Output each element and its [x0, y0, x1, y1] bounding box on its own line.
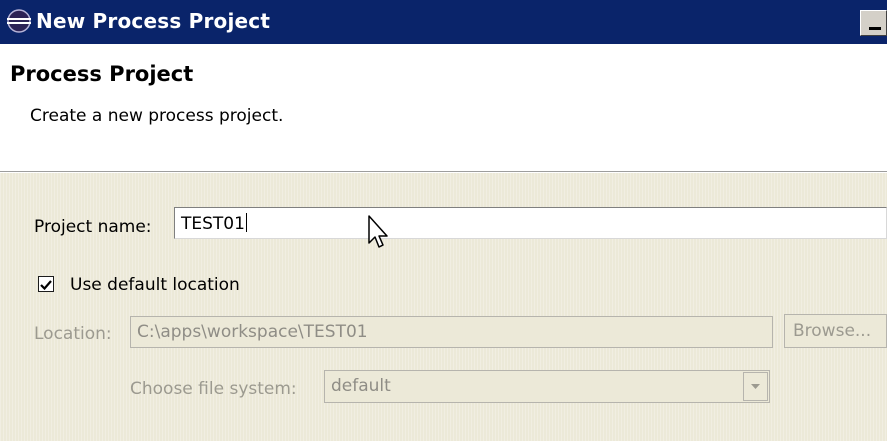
location-value: C:\apps\workspace\TEST01: [137, 322, 368, 342]
minimize-icon: [869, 27, 881, 30]
window-title: New Process Project: [36, 9, 271, 33]
mouse-pointer-icon: [368, 215, 388, 248]
file-system-dropdown-button[interactable]: [743, 372, 768, 401]
eclipse-icon: [7, 9, 31, 33]
file-system-select[interactable]: default: [324, 370, 770, 403]
project-name-label: Project name:: [34, 217, 152, 237]
chevron-down-icon: [751, 384, 760, 389]
use-default-location-label[interactable]: Use default location: [70, 275, 240, 295]
wizard-header: Process Project Create a new process pro…: [0, 44, 887, 171]
page-description: Create a new process project.: [30, 106, 284, 126]
project-name-input[interactable]: TEST01: [174, 207, 887, 239]
file-system-value: default: [331, 376, 391, 396]
minimize-button[interactable]: [860, 10, 887, 36]
location-label: Location:: [34, 324, 112, 344]
page-title: Process Project: [10, 62, 194, 86]
browse-button[interactable]: Browse...: [784, 314, 887, 348]
title-bar: New Process Project: [0, 0, 887, 44]
checkmark-icon: [40, 280, 52, 291]
project-name-value: TEST01: [181, 214, 245, 234]
use-default-location-checkbox[interactable]: [38, 276, 54, 292]
location-input[interactable]: C:\apps\workspace\TEST01: [130, 316, 773, 348]
text-caret: [245, 213, 247, 232]
file-system-label: Choose file system:: [130, 379, 297, 399]
